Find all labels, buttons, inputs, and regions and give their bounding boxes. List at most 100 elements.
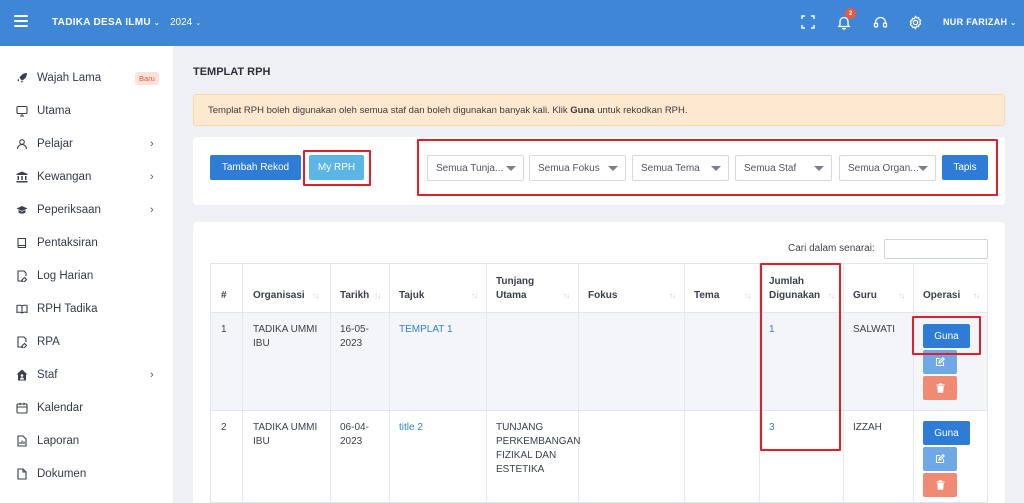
graduation-cap-icon: [16, 204, 28, 216]
select-value: Semua Staf: [744, 162, 797, 174]
fullscreen-icon[interactable]: [799, 13, 817, 31]
sidebar-item-peperiksaan[interactable]: Peperiksaan ›: [0, 198, 173, 222]
guna-button[interactable]: Guna: [923, 421, 970, 445]
row-jumlah-digunakan[interactable]: 1: [769, 323, 775, 337]
column-header-tajuk[interactable]: Tajuk: [399, 289, 424, 303]
sort-icon[interactable]: ↑↓: [374, 291, 381, 300]
cell-line: 06-04-: [340, 422, 369, 433]
row-divider: [211, 410, 987, 411]
chevron-down-icon: ⌄: [195, 20, 202, 27]
row-tajuk-link[interactable]: TEMPLAT 1: [399, 323, 453, 337]
edit-icon: [935, 454, 945, 464]
column-divider: [843, 264, 844, 502]
organization-dropdown[interactable]: TADIKA DESA ILMU ⌄: [52, 17, 160, 28]
filter-fokus-select[interactable]: Semua Fokus: [529, 155, 626, 181]
dropdown-arrow-icon: [814, 166, 824, 171]
sidebar-item-log-harian[interactable]: Log Harian: [0, 264, 173, 288]
edit-button[interactable]: [923, 447, 957, 471]
sort-icon[interactable]: ↑↓: [563, 291, 570, 300]
chevron-down-icon: ⌄: [153, 20, 161, 27]
column-header-organisasi[interactable]: Organisasi: [253, 289, 305, 303]
headset-support-icon[interactable]: [871, 13, 889, 31]
sidebar-item-laporan[interactable]: Laporan: [0, 429, 173, 453]
filter-tema-select[interactable]: Semua Tema: [632, 155, 729, 181]
column-header-tarikh[interactable]: Tarikh: [340, 289, 369, 303]
select-value: Semua Tema: [641, 162, 700, 174]
sort-icon[interactable]: ↑↓: [828, 291, 835, 300]
column-divider: [389, 264, 390, 502]
filter-tunjang-select[interactable]: Semua Tunja...: [427, 155, 524, 181]
select-value: Semua Fokus: [538, 162, 600, 174]
column-header-guru[interactable]: Guru: [853, 289, 877, 303]
calendar-icon: [16, 402, 28, 414]
alert-text: Templat RPH boleh digunakan oleh semua s…: [208, 105, 571, 116]
cell-line: 16-05-: [340, 324, 369, 335]
my-rph-button[interactable]: My RPH: [309, 155, 364, 180]
sidebar-item-rph-tadika[interactable]: RPH Tadika: [0, 297, 173, 321]
cell-line: TADIKA UMMI: [253, 324, 318, 335]
column-header-jumlah[interactable]: Jumlah Digunakan: [769, 275, 820, 303]
notification-bell-icon[interactable]: 2: [835, 8, 856, 31]
column-divider: [913, 264, 914, 502]
row-organisasi: TADIKA UMMI IBU: [253, 421, 317, 449]
settings-gear-icon[interactable]: [906, 13, 924, 31]
row-jumlah-digunakan[interactable]: 3: [769, 421, 775, 435]
user-name: NUR FARIZAH: [943, 17, 1008, 27]
filter-organisasi-select[interactable]: Semua Organ...: [839, 155, 936, 181]
filter-button[interactable]: Tapis: [942, 155, 988, 180]
sort-icon[interactable]: ↑↓: [744, 291, 751, 300]
sidebar-item-pelajar[interactable]: Pelajar ›: [0, 132, 173, 156]
sort-icon[interactable]: ↑↓: [898, 291, 905, 300]
sort-icon[interactable]: ↑↓: [669, 291, 676, 300]
delete-button[interactable]: [923, 376, 957, 400]
chevron-right-icon: ›: [150, 369, 154, 381]
header-line: Jumlah: [769, 276, 805, 287]
sidebar-item-kewangan[interactable]: Kewangan ›: [0, 165, 173, 189]
add-record-button[interactable]: Tambah Rekod: [210, 155, 301, 180]
search-label: Cari dalam senarai:: [788, 243, 875, 254]
house-user-icon: [16, 369, 28, 381]
user-menu[interactable]: NUR FARIZAH ⌄: [943, 17, 1016, 27]
sidebar-item-pentaksiran[interactable]: Pentaksiran: [0, 231, 173, 255]
new-badge: Baru: [135, 71, 159, 85]
sidebar-item-label: Peperiksaan: [37, 204, 101, 216]
sidebar-item-rpa[interactable]: RPA: [0, 330, 173, 354]
sidebar-item-staf[interactable]: Staf ›: [0, 363, 173, 387]
chevron-down-icon: ⌄: [1010, 20, 1017, 27]
sort-icon[interactable]: ↑↓: [973, 291, 980, 300]
sidebar-item-label: Pentaksiran: [37, 237, 98, 249]
row-number: 2: [221, 422, 227, 433]
column-header-tunjang[interactable]: Tunjang Utama: [496, 275, 534, 303]
cell-line: IBU: [253, 436, 270, 447]
hamburger-menu-icon[interactable]: [14, 15, 28, 27]
sort-icon[interactable]: ↑↓: [471, 291, 478, 300]
delete-button[interactable]: [923, 473, 957, 497]
guna-button[interactable]: Guna: [923, 324, 970, 348]
column-header-fokus[interactable]: Fokus: [588, 289, 617, 303]
year-dropdown[interactable]: 2024 ⌄: [170, 17, 201, 28]
sidebar-item-label: Pelajar: [37, 138, 73, 150]
edit-button[interactable]: [923, 350, 957, 374]
sidebar-item-label: RPH Tadika: [37, 303, 98, 315]
row-tunjang-utama: TUNJANG PERKEMBANGAN FIZIKAL DAN ESTETIKA: [496, 421, 580, 477]
header-line: Utama: [496, 290, 527, 301]
sidebar-item-dokumen[interactable]: Dokumen: [0, 462, 173, 486]
sidebar-item-wajah-lama[interactable]: Wajah Lama Baru: [0, 66, 173, 90]
row-guru: IZZAH: [853, 422, 882, 433]
column-header-operasi[interactable]: Operasi: [923, 289, 960, 303]
cell-line: TADIKA UMMI: [253, 422, 318, 433]
sidebar-item-utama[interactable]: Utama: [0, 99, 173, 123]
column-header-no[interactable]: #: [221, 289, 227, 303]
book-icon: [16, 237, 28, 249]
column-divider: [486, 264, 487, 502]
row-tajuk-link[interactable]: title 2: [399, 421, 423, 435]
sidebar-item-label: Log Harian: [37, 270, 94, 282]
sort-icon[interactable]: ↑↓: [312, 291, 319, 300]
column-divider: [242, 264, 243, 502]
cell-line: TUNJANG: [496, 422, 544, 433]
column-header-tema[interactable]: Tema: [694, 289, 719, 303]
search-input[interactable]: [884, 239, 988, 259]
filter-staf-select[interactable]: Semua Staf: [735, 155, 832, 181]
sidebar-item-kalendar[interactable]: Kalendar: [0, 396, 173, 420]
file-icon: [16, 468, 28, 480]
